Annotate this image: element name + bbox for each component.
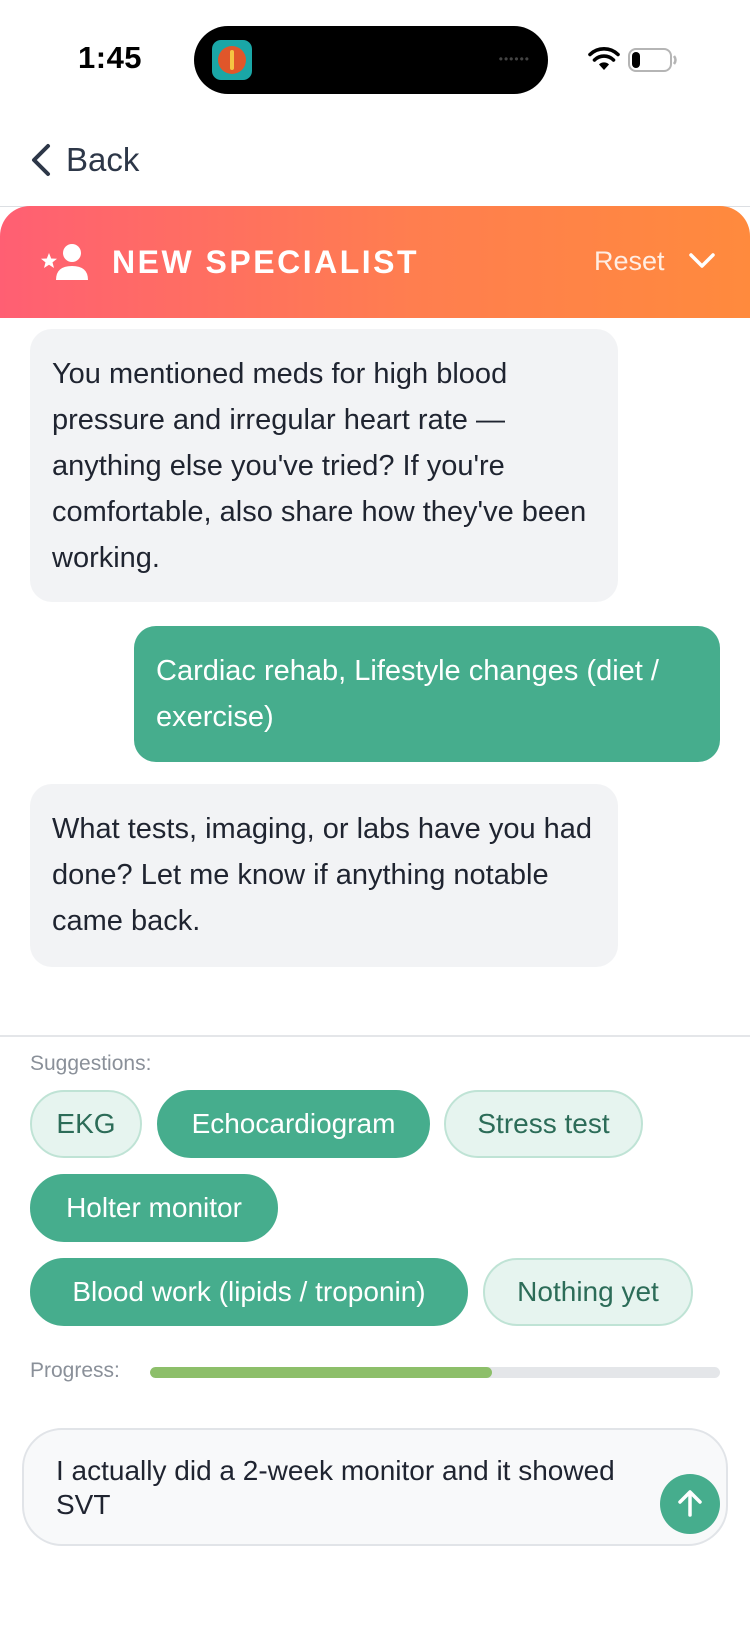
send-button[interactable] [660, 1474, 720, 1534]
chevron-left-icon [32, 144, 50, 176]
specialist-banner: NEW SPECIALIST Reset [0, 206, 750, 318]
battery-icon [628, 48, 677, 72]
chevron-down-icon[interactable] [688, 252, 716, 270]
suggestions-label: Suggestions: [30, 1052, 152, 1075]
progress-label: Progress: [30, 1359, 120, 1382]
nav-header: Back [0, 120, 750, 207]
suggestion-chip-ekg[interactable]: EKG [30, 1090, 142, 1158]
back-label: Back [66, 141, 140, 178]
suggestion-chip-nothing-yet[interactable]: Nothing yet [483, 1258, 693, 1326]
app-activity-icon [212, 40, 252, 80]
divider [0, 1035, 750, 1037]
assistant-message: You mentioned meds for high blood pressu… [30, 329, 618, 602]
assistant-message: What tests, imaging, or labs have you ha… [30, 784, 618, 967]
user-message: Cardiac rehab, Lifestyle changes (diet /… [134, 626, 720, 762]
suggestion-chip-echocardiogram[interactable]: Echocardiogram [157, 1090, 430, 1158]
dynamic-island: •••••• [194, 26, 548, 94]
message-input[interactable]: I actually did a 2-week monitor and it s… [22, 1428, 728, 1546]
island-dots: •••••• [498, 52, 530, 66]
status-time: 1:45 [78, 40, 143, 75]
arrow-up-icon [678, 1490, 702, 1517]
suggestion-chip-blood-work[interactable]: Blood work (lipids / troponin) [30, 1258, 468, 1326]
reset-button[interactable]: Reset [594, 246, 665, 277]
specialist-icon [41, 244, 88, 280]
wifi-icon [588, 47, 620, 70]
message-input-text[interactable]: I actually did a 2-week monitor and it s… [56, 1454, 616, 1522]
status-bar: 1:45 •••••• [0, 0, 750, 120]
progress-bar [150, 1367, 720, 1378]
banner-title: NEW SPECIALIST [112, 244, 420, 280]
suggestion-chip-holter-monitor[interactable]: Holter monitor [30, 1174, 278, 1242]
suggestion-chip-stress-test[interactable]: Stress test [444, 1090, 643, 1158]
back-button[interactable]: Back [28, 136, 139, 184]
progress-fill [150, 1367, 492, 1378]
